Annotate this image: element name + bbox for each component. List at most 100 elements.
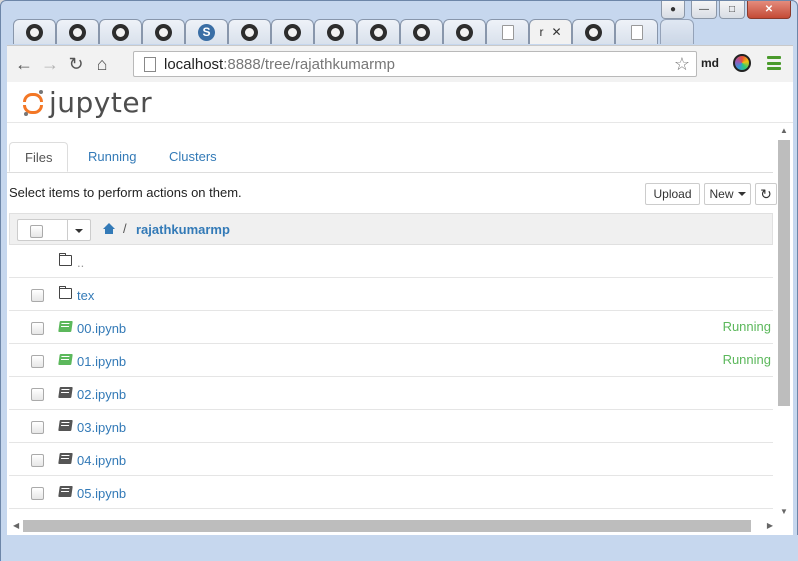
browser-tab[interactable] [572,19,615,44]
vertical-scrollbar[interactable]: ▲ ▼ [778,126,790,516]
profile-label[interactable]: md [701,56,719,70]
refresh-button[interactable]: ↻ [755,183,777,205]
browser-tab[interactable] [271,19,314,44]
upload-button[interactable]: Upload [645,183,700,205]
file-name[interactable]: 00.ipynb [77,321,126,336]
minimize-button[interactable]: — [691,1,717,19]
row-checkbox[interactable] [31,355,44,368]
browser-tab[interactable] [13,19,56,44]
new-button[interactable]: New [704,183,751,205]
list-item[interactable]: tex [9,278,773,311]
document-icon [501,24,514,40]
browser-tab[interactable] [56,19,99,44]
list-item[interactable]: 02.ipynb [9,377,773,410]
list-item[interactable]: 04.ipynb [9,443,773,476]
home-button[interactable]: ⌂ [89,51,115,77]
browser-tab[interactable] [314,19,357,44]
address-bar[interactable]: localhost:8888/tree/rajathkumarmp ☆ [133,51,697,77]
browser-tab[interactable] [486,19,529,44]
forward-button[interactable]: → [37,51,63,77]
file-name[interactable]: 03.ipynb [77,420,126,435]
notebook-icon [58,387,73,398]
running-status: Running [722,352,771,367]
file-list: .. tex 00.ipynb Running 01.ipynb Running [9,245,773,509]
file-name[interactable]: 01.ipynb [77,354,126,369]
url-text: localhost:8888/tree/rajathkumarmp [164,55,395,73]
tab-running[interactable]: Running [73,142,151,172]
row-checkbox[interactable] [31,454,44,467]
row-checkbox[interactable] [31,421,44,434]
scrollbar-thumb[interactable] [23,520,751,532]
bookmark-star-icon[interactable]: ☆ [674,54,690,75]
extension-icon[interactable] [733,54,751,72]
file-name[interactable]: 02.ipynb [77,387,126,402]
scroll-right-icon[interactable]: ▶ [767,521,773,530]
row-checkbox[interactable] [31,388,44,401]
list-item[interactable]: 03.ipynb [9,410,773,443]
browser-tab[interactable] [228,19,271,44]
github-icon [284,23,301,41]
reload-button[interactable]: ↻ [63,51,89,77]
file-name[interactable]: 05.ipynb [77,486,126,501]
document-icon [630,24,643,40]
github-icon [69,23,86,41]
browser-tab[interactable] [615,19,658,44]
browser-tab[interactable]: S [185,19,228,44]
github-icon [241,23,258,41]
browser-tab[interactable] [400,19,443,44]
folder-icon [59,253,72,266]
horizontal-scrollbar[interactable]: ◀ ▶ [11,519,773,533]
row-checkbox[interactable] [31,289,44,302]
file-name[interactable]: .. [77,255,84,270]
jupyter-logo-icon [23,89,45,116]
user-icon[interactable]: ● [661,1,685,19]
window-bottom-border [1,535,798,561]
list-item-parent[interactable]: .. [9,245,773,278]
page-icon [144,56,156,72]
browser-tab[interactable] [99,19,142,44]
scroll-down-icon[interactable]: ▼ [780,507,788,516]
scrollbar-thumb[interactable] [778,140,790,406]
tab-clusters[interactable]: Clusters [154,142,232,172]
list-item[interactable]: 00.ipynb Running [9,311,773,344]
select-all-dropdown[interactable] [17,219,91,241]
browser-tab-active[interactable]: r ✕ [529,19,572,44]
menu-icon[interactable] [767,56,781,70]
scroll-left-icon[interactable]: ◀ [13,521,19,530]
github-icon [456,23,473,41]
browser-tab[interactable] [443,19,486,44]
home-icon[interactable] [103,223,115,234]
breadcrumb-directory[interactable]: rajathkumarmp [136,222,230,237]
jupyter-logo[interactable]: jupyter [23,86,152,119]
browser-toolbar: ← → ↻ ⌂ localhost:8888/tree/rajathkumarm… [7,45,793,82]
github-icon [327,23,344,41]
list-item[interactable]: 01.ipynb Running [9,344,773,377]
new-tab-button[interactable] [660,19,694,44]
row-checkbox[interactable] [31,487,44,500]
file-name[interactable]: 04.ipynb [77,453,126,468]
close-tab-icon[interactable]: ✕ [551,25,561,39]
close-window-button[interactable]: ✕ [747,1,791,19]
browser-tab[interactable] [357,19,400,44]
page-content: jupyter Files Running Clusters Select it… [7,82,793,535]
scroll-up-icon[interactable]: ▲ [780,126,788,135]
back-button[interactable]: ← [11,51,37,77]
list-item[interactable]: 05.ipynb [9,476,773,509]
jupyter-header: jupyter [7,82,793,123]
notebook-icon [58,453,73,464]
browser-window: ● — □ ✕ S r ✕ ← → ↻ ⌂ localhost:8888/tre… [0,0,798,561]
chevron-down-icon [737,192,746,196]
tab-strip: S r ✕ [13,19,694,45]
github-icon [112,23,129,41]
select-all-checkbox[interactable] [30,225,43,238]
browser-tab[interactable] [142,19,185,44]
selection-hint: Select items to perform actions on them. [9,185,242,200]
maximize-button[interactable]: □ [719,1,745,19]
breadcrumb-separator: / [123,221,127,236]
chevron-down-icon[interactable] [75,229,83,233]
notebook-running-icon [58,354,73,365]
notebook-running-icon [58,321,73,332]
row-checkbox[interactable] [31,322,44,335]
file-name[interactable]: tex [77,288,94,303]
tab-files[interactable]: Files [9,142,69,172]
